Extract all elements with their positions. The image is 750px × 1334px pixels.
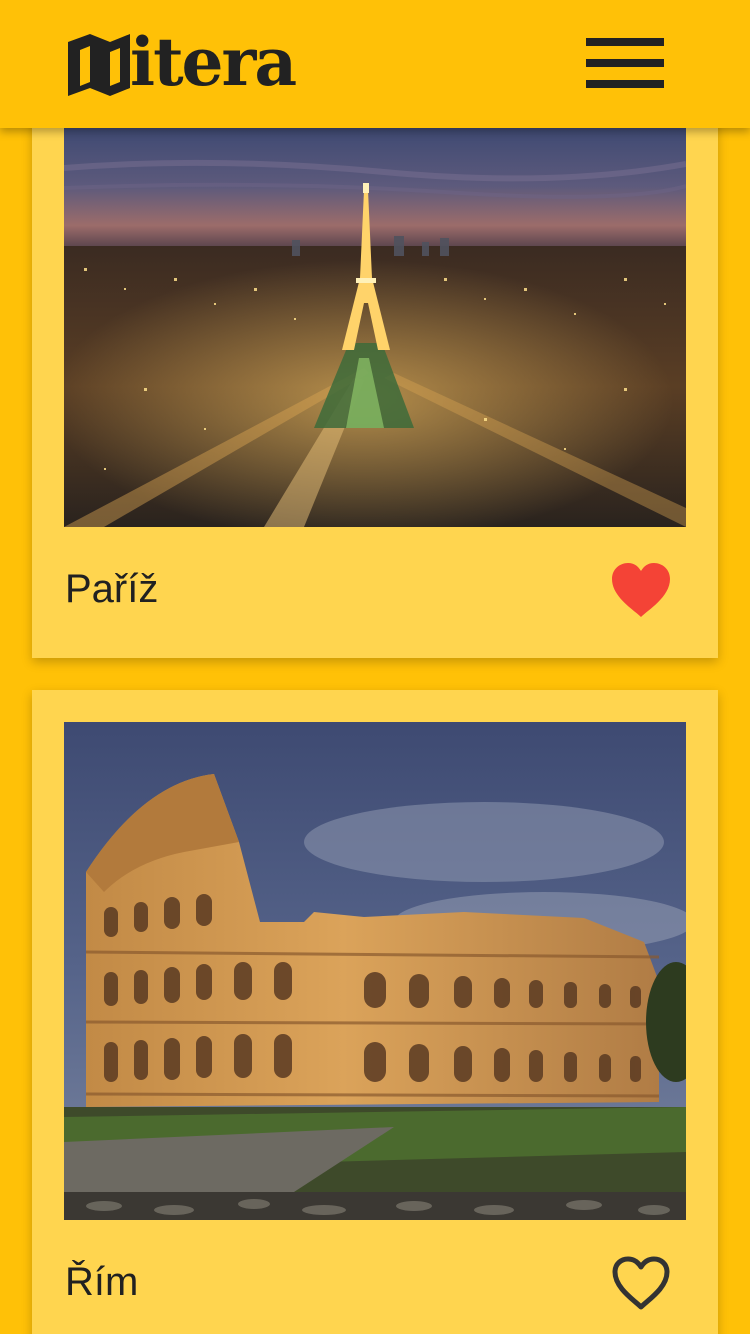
city-card-rome[interactable]: Řím <box>32 690 718 1334</box>
brand-name: itera <box>130 23 297 101</box>
app-logo[interactable]: itera <box>66 23 297 101</box>
menu-line <box>586 38 664 46</box>
map-icon <box>68 34 130 96</box>
heart-outline-icon[interactable] <box>610 1254 672 1312</box>
colosseum-photo <box>64 722 686 1220</box>
city-card-paris[interactable]: Paříž <box>32 80 718 658</box>
app-screen: itera Paříž Řím <box>0 0 750 1334</box>
app-header: itera <box>0 0 750 128</box>
heart-filled-icon[interactable] <box>610 561 672 619</box>
city-name: Paříž <box>65 567 159 611</box>
city-name: Řím <box>65 1260 139 1304</box>
eiffel-tower-night-photo <box>64 128 686 527</box>
hamburger-menu-icon[interactable] <box>586 36 666 94</box>
menu-line <box>586 59 664 67</box>
menu-line <box>586 80 664 88</box>
